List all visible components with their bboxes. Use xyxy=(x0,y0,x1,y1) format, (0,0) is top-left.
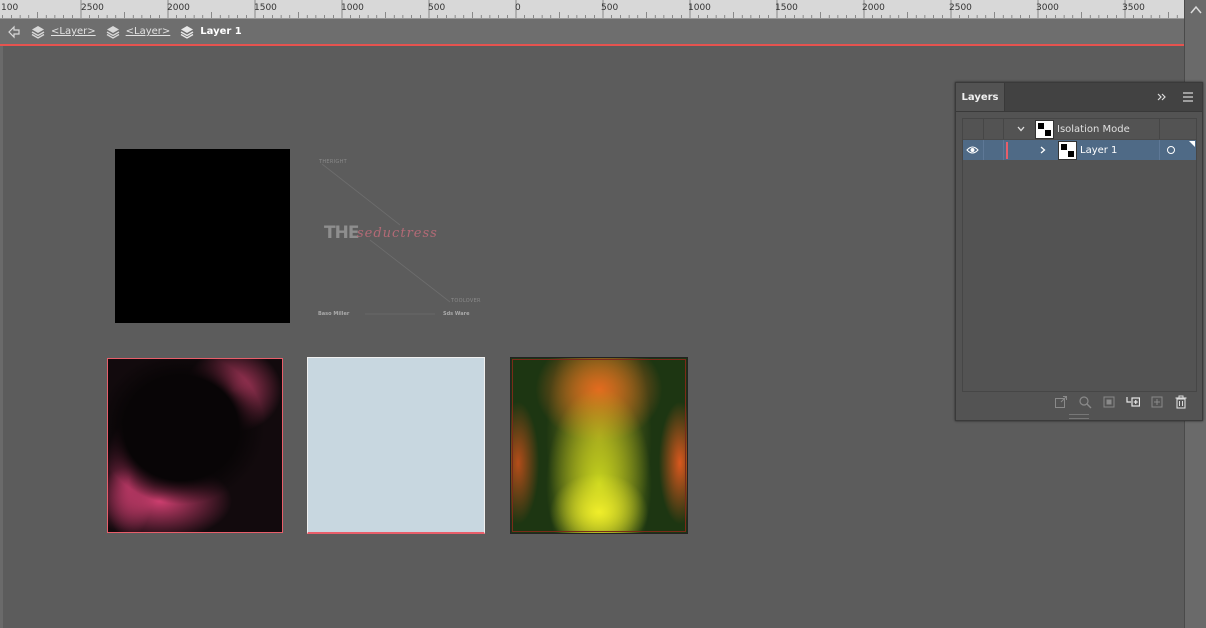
layer-name: Isolation Mode xyxy=(1057,123,1130,135)
mockup-right-text: TOOLOVER xyxy=(451,298,481,304)
layer-stack-icon xyxy=(31,25,45,39)
panel-resize-grip[interactable] xyxy=(1069,414,1089,419)
pink-gradient-artwork[interactable] xyxy=(107,358,283,533)
selection-corner-icon xyxy=(1189,141,1195,147)
back-arrow-icon[interactable] xyxy=(7,25,21,39)
breadcrumb-label: Layer 1 xyxy=(200,26,242,37)
layers-list[interactable]: Isolation Mode Layer 1 xyxy=(962,118,1197,392)
layer-color-indicator xyxy=(1006,142,1008,159)
ruler-label: 2500 xyxy=(81,3,104,13)
chevron-down-icon[interactable] xyxy=(1016,124,1026,134)
breadcrumb-label: <Layer> xyxy=(51,26,96,37)
new-sublayer-icon[interactable] xyxy=(1126,395,1140,409)
ruler-label: 100 xyxy=(1,3,19,13)
ruler-label: 500 xyxy=(428,3,446,13)
ruler-label: 1500 xyxy=(775,3,798,13)
panel-menu-icon[interactable] xyxy=(1182,92,1194,102)
ruler-label: 500 xyxy=(601,3,619,13)
ruler-label: 2500 xyxy=(949,3,972,13)
layers-panel: Layers Isolation Mode Layer 1 xyxy=(955,82,1203,421)
ruler-label: 0 xyxy=(515,3,521,13)
layer-stack-icon xyxy=(106,25,119,39)
ruler-label: 1500 xyxy=(254,3,277,13)
ruler-label: 3500 xyxy=(1122,3,1145,13)
mockup-title-script: seductress xyxy=(357,226,438,241)
collapse-panel-icon[interactable] xyxy=(1156,91,1168,103)
mockup-bottom-right-text: Sds Ware xyxy=(443,311,470,317)
mockup-top-text: THERIGHT xyxy=(319,159,348,165)
mockup-bottom-left-text: Baso Miller xyxy=(318,311,350,317)
layer-thumbnail xyxy=(1058,141,1077,160)
scroll-up-icon[interactable] xyxy=(1190,5,1202,15)
trash-icon[interactable] xyxy=(1174,395,1188,409)
ruler-label: 2000 xyxy=(167,3,190,13)
layer-stack-icon xyxy=(180,25,194,39)
vertical-ruler[interactable] xyxy=(0,46,3,628)
clipping-mask-icon[interactable] xyxy=(1102,395,1116,409)
breadcrumb-label: <Layer> xyxy=(125,26,171,37)
green-orange-gradient-artwork[interactable] xyxy=(510,357,688,534)
text-mockup-artwork[interactable]: THERIGHT THE seductress TOOLOVER Baso Mi… xyxy=(310,150,490,325)
layer-thumbnail xyxy=(1035,120,1054,139)
target-circle-icon[interactable] xyxy=(1167,146,1175,154)
mockup-title-the: THE xyxy=(324,223,359,243)
new-layer-icon[interactable] xyxy=(1150,395,1164,409)
layers-panel-footer xyxy=(956,392,1202,412)
collect-export-icon[interactable] xyxy=(1054,395,1068,409)
ruler-label: 3000 xyxy=(1036,3,1059,13)
ruler-label: 1000 xyxy=(341,3,364,13)
eye-icon[interactable] xyxy=(966,144,979,156)
layer-row-layer-1[interactable]: Layer 1 xyxy=(963,140,1196,160)
isolation-mode-bar: <Layer> <Layer> Layer 1 xyxy=(0,19,1184,46)
search-icon[interactable] xyxy=(1078,395,1092,409)
horizontal-ruler[interactable]: 100 2500 2000 1500 1000 500 0 500 1000 1… xyxy=(0,0,1184,19)
breadcrumb-item-layer[interactable]: <Layer> xyxy=(106,25,171,39)
chevron-right-icon[interactable] xyxy=(1038,145,1048,155)
ruler-label: 1000 xyxy=(688,3,711,13)
ruler-label: 2000 xyxy=(862,3,885,13)
breadcrumb-item-layer-1[interactable]: Layer 1 xyxy=(180,25,242,39)
breadcrumb-item-layer[interactable]: <Layer> xyxy=(31,25,96,39)
tab-layers[interactable]: Layers xyxy=(956,83,1005,111)
layer-name: Layer 1 xyxy=(1080,144,1118,156)
light-blue-square-artwork[interactable] xyxy=(307,357,485,534)
black-square-artwork[interactable] xyxy=(115,149,290,323)
layer-row-isolation-mode[interactable]: Isolation Mode xyxy=(963,119,1196,140)
layers-panel-header[interactable]: Layers xyxy=(956,83,1202,112)
